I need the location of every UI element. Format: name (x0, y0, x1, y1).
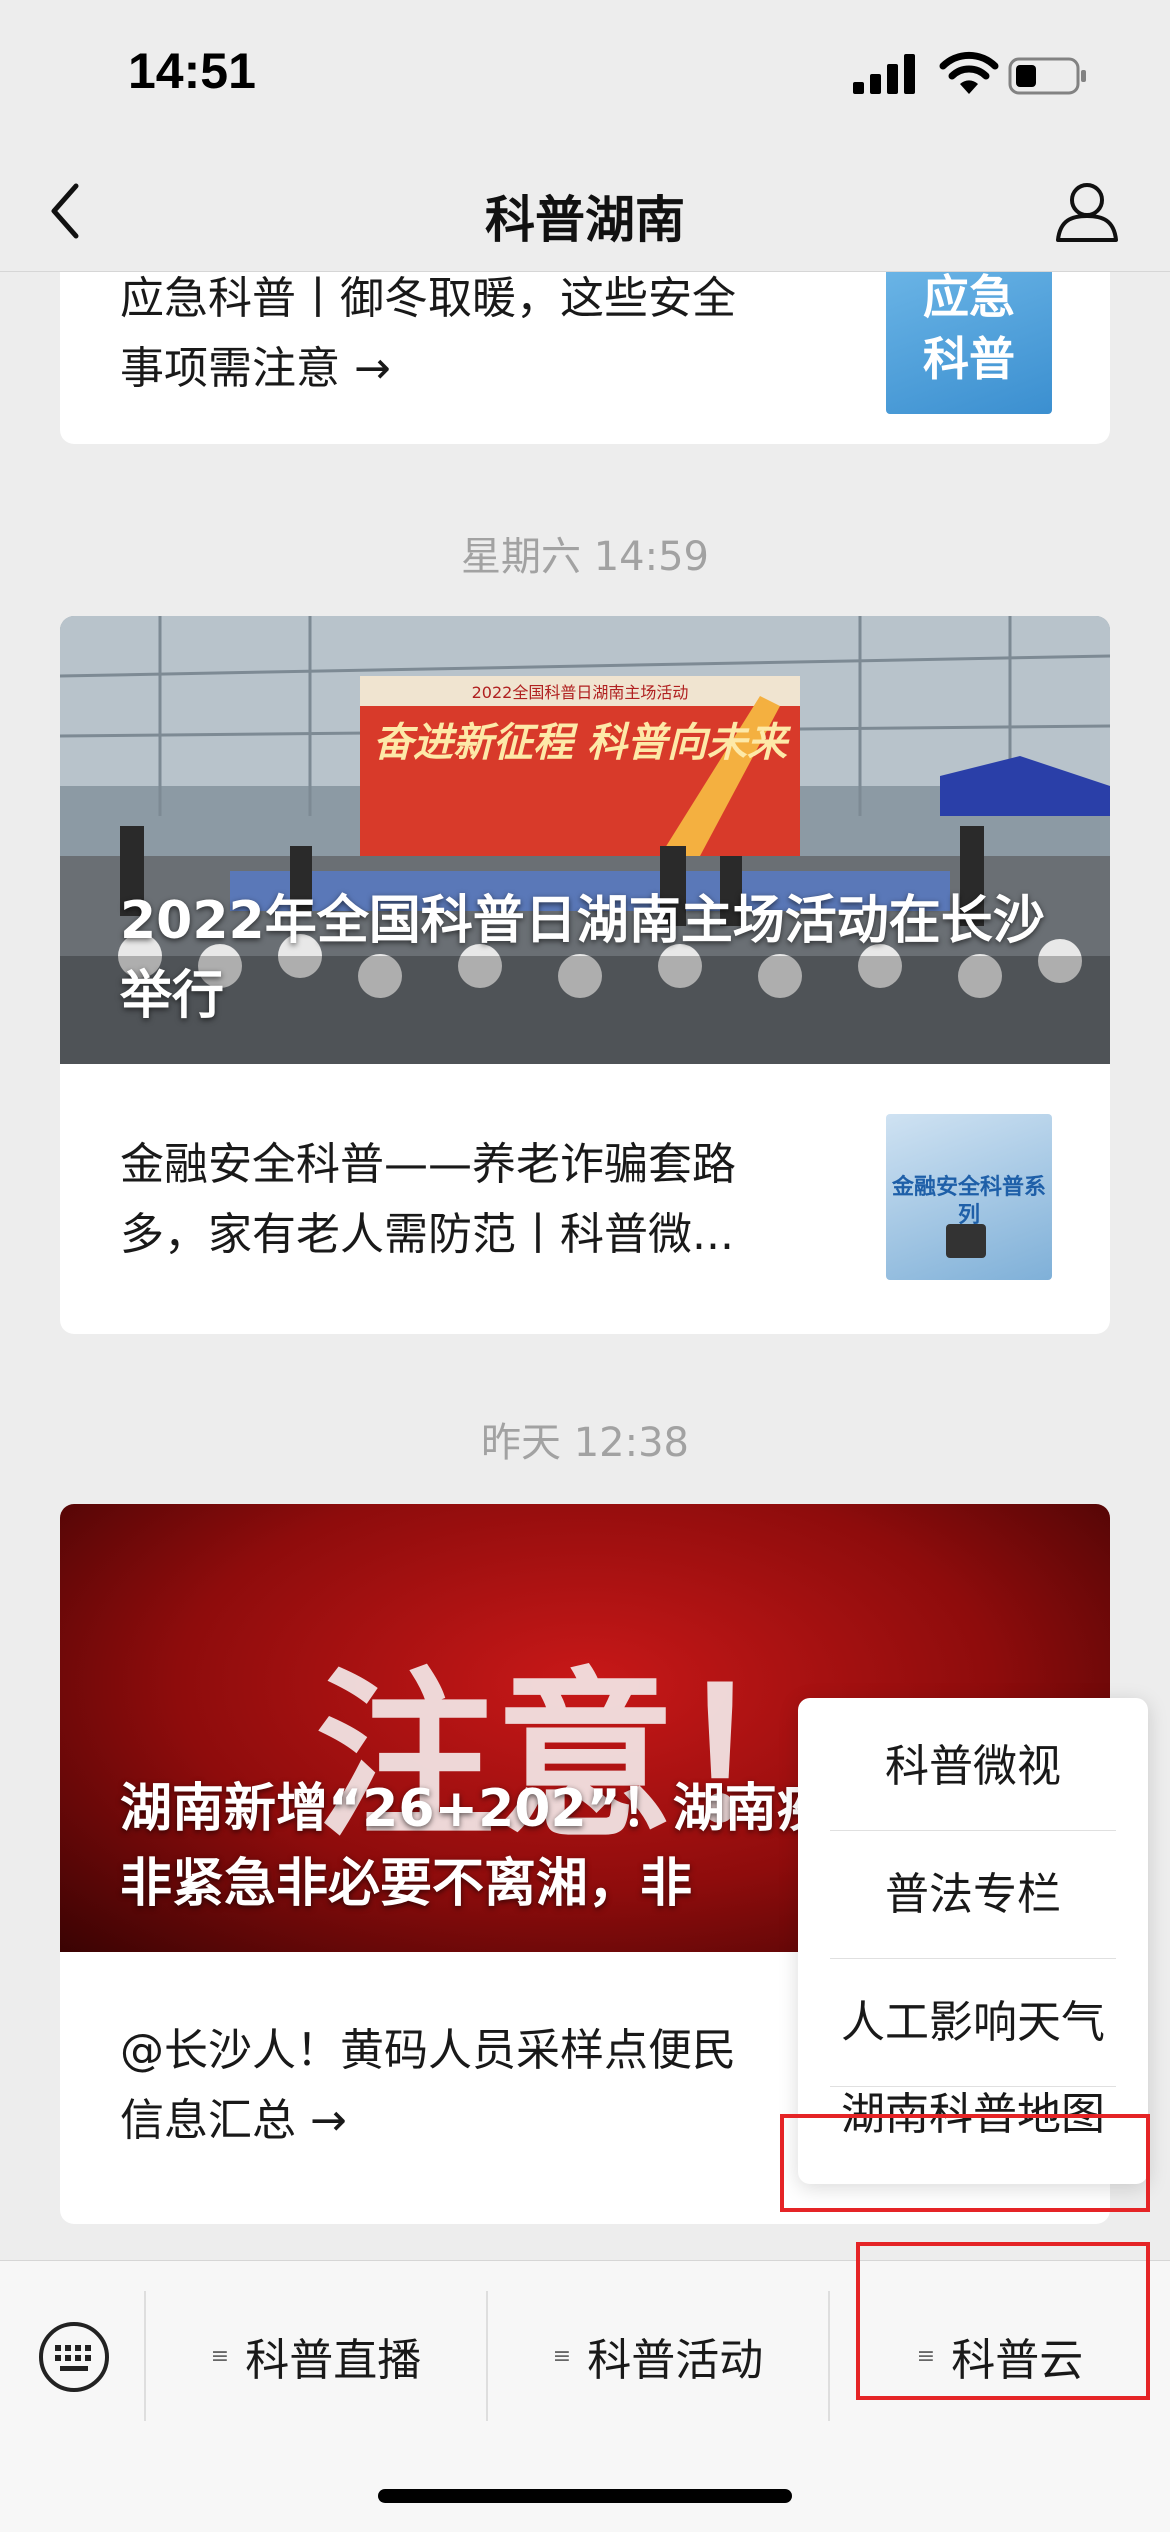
hero-title: 2022年全国科普日湖南主场活动在长沙举行 (120, 891, 1045, 1026)
menu-lines-icon: ≡ (210, 2343, 229, 2369)
status-time: 14:51 (128, 43, 256, 99)
menu-tab-label: 科普活动 (587, 2335, 764, 2386)
submenu-popup: 科普微视 普法专栏 人工影响天气 湖南科普地图 (798, 1698, 1148, 2184)
signal-icon (853, 54, 915, 94)
submenu-item[interactable]: 科普微视 (828, 1702, 1118, 1832)
highlight-box (780, 2114, 1150, 2212)
menu-tab[interactable]: ≡ 科普直播 (146, 2291, 486, 2421)
article-title[interactable]: 应急科普丨御冬取暖，这些安全 事项需注意 → (120, 272, 820, 404)
menu-tab[interactable]: ≡ 科普活动 (488, 2291, 828, 2421)
banner-subtitle: 2022全国科普日湖南主场活动 (472, 683, 689, 702)
article-title[interactable]: @长沙人！黄码人员采样点便民 信息汇总 → (120, 2016, 820, 2156)
battery-icon (1008, 57, 1086, 95)
thumbnail-text: 应急 (923, 272, 1015, 324)
wallet-icon (946, 1224, 986, 1258)
status-bar: 14:51 (0, 0, 1170, 150)
article-title-line: 应急科普丨御冬取暖，这些安全 (120, 273, 736, 324)
page-title: 科普湖南 (485, 191, 685, 249)
wifi-icon (939, 51, 999, 94)
submenu-item[interactable]: 普法专栏 (828, 1830, 1118, 1960)
home-indicator (378, 2489, 792, 2503)
article-card[interactable]: 应急科普丨御冬取暖，这些安全 事项需注意 → 应急 科普 (60, 272, 1110, 444)
menu-lines-icon: ≡ (552, 2343, 571, 2369)
keyboard-icon[interactable] (38, 2321, 110, 2393)
menu-tab-label: 科普直播 (245, 2335, 422, 2386)
article-title-line: 事项需注意 → (120, 343, 391, 394)
article-title[interactable]: 金融安全科普——养老诈骗套路多，家有老人需防范丨科普微... (120, 1130, 820, 1270)
banner-text: 奋进新征程 科普向未来 (373, 720, 792, 766)
article-thumbnail[interactable]: 应急 科普 (886, 272, 1052, 414)
thumbnail-text: 科普 (923, 332, 1015, 386)
thumbnail-text: 金融安全科普系列 (892, 1175, 1047, 1228)
article-card[interactable]: 奋进新征程 科普向未来 2022全国科普日湖南主场活动 2022年全国科普日湖南… (60, 616, 1110, 1334)
nav-bar: 科普湖南 (0, 150, 1170, 272)
hero-image[interactable]: 奋进新征程 科普向未来 2022全国科普日湖南主场活动 2022年全国科普日湖南… (60, 616, 1110, 1064)
highlight-box (856, 2242, 1150, 2400)
message-timestamp: 星期六 14:59 (461, 534, 709, 580)
message-timestamp: 昨天 12:38 (481, 1420, 689, 1466)
person-icon[interactable] (1052, 176, 1122, 246)
article-title-line: @长沙人！黄码人员采样点便民 (120, 2025, 736, 2076)
article-thumbnail[interactable]: 金融安全科普系列 (886, 1114, 1052, 1280)
article-title-line: 信息汇总 → (120, 2095, 347, 2146)
